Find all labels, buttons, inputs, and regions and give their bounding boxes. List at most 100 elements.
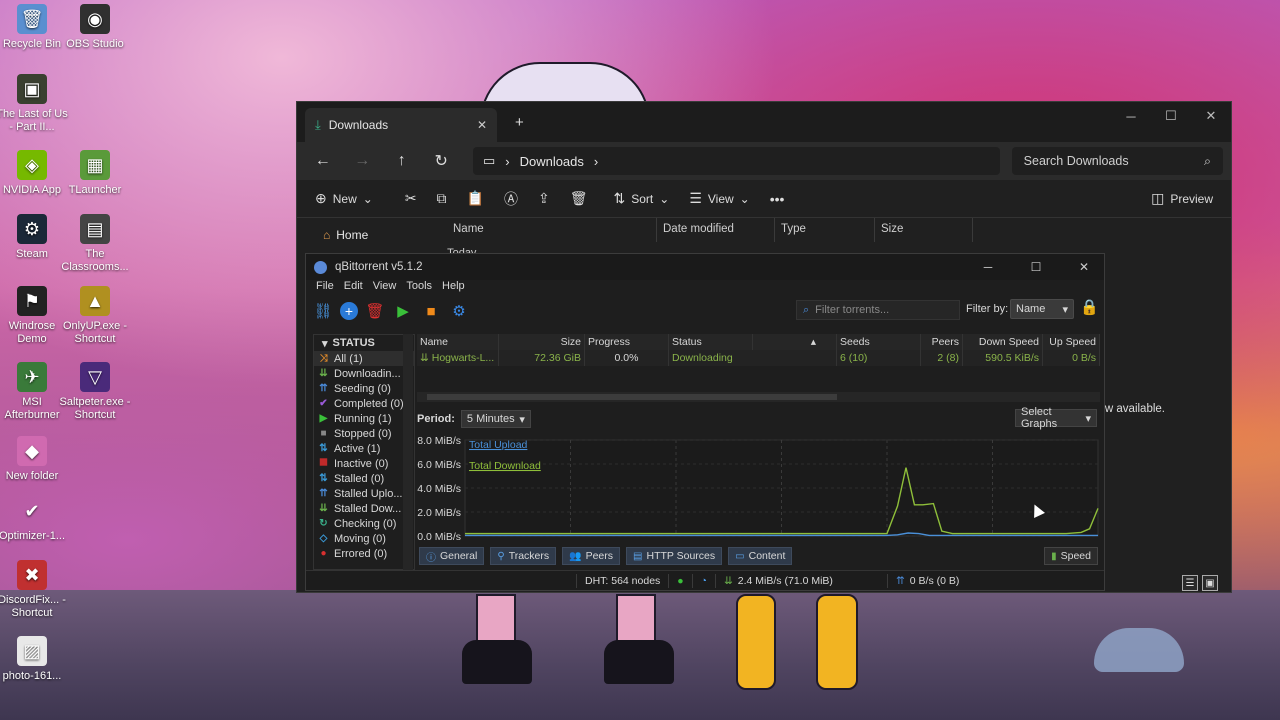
maximize-icon[interactable]: ☐ <box>1016 260 1056 274</box>
status-filter-item[interactable]: ⇊ Downloadin... <box>314 366 414 381</box>
table-row[interactable]: ⇊ Hogwarts-L... 72.36 GiB 0.0% Downloadi… <box>417 350 1100 366</box>
address-bar[interactable]: ▭ › Downloads › <box>472 147 1000 175</box>
minimize-icon[interactable]: ─ <box>1111 102 1151 130</box>
column-size[interactable]: Size <box>499 334 585 350</box>
new-button[interactable]: ⊕ New ⌄ <box>307 184 381 214</box>
column-progress[interactable]: Progress <box>585 334 669 350</box>
delete-button[interactable]: 🗑 <box>562 184 596 214</box>
desktop-icon[interactable]: ◈ NVIDIA App <box>0 150 68 197</box>
status-filter-item[interactable]: ⇅ Active (1) <box>314 441 414 456</box>
rename-button[interactable]: Ⓐ <box>496 184 526 214</box>
stop-icon[interactable]: ■ <box>420 300 442 322</box>
status-filter-item[interactable]: ✔ Completed (0) <box>314 396 414 411</box>
delete-torrent-icon[interactable]: 🗑 <box>364 300 386 322</box>
status-filter-item[interactable]: ◇ Moving (0) <box>314 531 414 546</box>
menu-tools[interactable]: Tools <box>406 280 432 296</box>
status-panel-scrollbar[interactable] <box>403 334 413 570</box>
status-filter-item[interactable]: ↻ Checking (0) <box>314 516 414 531</box>
column-name[interactable]: Name <box>417 334 499 350</box>
tab-trackers[interactable]: ⚲ Trackers <box>490 547 557 565</box>
preview-button[interactable]: ◫ Preview <box>1143 184 1221 214</box>
tab-http-sources[interactable]: ▤ HTTP Sources <box>626 547 723 565</box>
new-tab-icon[interactable]: + <box>515 114 524 131</box>
filter-torrents-input[interactable]: ⌕ Filter torrents... <box>796 300 960 320</box>
status-filter-item[interactable]: ● Errored (0) <box>314 546 414 561</box>
refresh-icon[interactable]: ↻ <box>423 146 458 176</box>
status-filter-item[interactable]: ⇈ Stalled Uplo... <box>314 486 414 501</box>
explorer-tab-downloads[interactable]: ⤓ Downloads ✕ <box>305 108 497 142</box>
desktop-icon[interactable]: ⚙ Steam <box>0 214 68 261</box>
desktop-icon[interactable]: ▨ photo-161... <box>0 636 68 683</box>
back-icon[interactable]: ← <box>305 146 340 176</box>
desktop-icon[interactable]: ✈ MSI Afterburner <box>0 362 68 422</box>
column-size[interactable]: Size <box>875 218 973 242</box>
period-select[interactable]: 5 Minutes ▾ <box>460 410 531 428</box>
filter-by-select[interactable]: Name ▾ <box>1010 299 1074 319</box>
desktop-icon[interactable]: ⚑ Windrose Demo <box>0 286 68 346</box>
column-up-speed[interactable]: Up Speed <box>1043 334 1100 350</box>
nav-item-home[interactable]: ⌂ Home <box>323 228 427 242</box>
column-date-modified[interactable]: Date modified <box>657 218 775 242</box>
select-graphs-dropdown[interactable]: Select Graphs ▾ <box>1015 406 1097 430</box>
desktop-icon[interactable]: ▣ The Last of Us - Part II... <box>0 74 68 134</box>
tab-speed[interactable]: ▮ Speed <box>1044 547 1098 565</box>
upload-speed-status[interactable]: ⇈ 0 B/s (0 B) <box>886 573 967 588</box>
column-down-speed[interactable]: Down Speed <box>963 334 1043 350</box>
column-name[interactable]: Name <box>429 218 657 242</box>
details-view-icon[interactable]: ☰ <box>1182 575 1198 591</box>
maximize-icon[interactable]: ☐ <box>1151 102 1191 130</box>
download-speed-status[interactable]: ⇊ 2.4 MiB/s (71.0 MiB) <box>714 573 887 588</box>
column-status[interactable]: Status <box>669 334 753 350</box>
column-peers[interactable]: Peers <box>921 334 963 350</box>
paste-button[interactable]: 📋 <box>459 184 492 214</box>
desktop-icon[interactable]: ✔ Optimizer-1... <box>0 496 68 543</box>
breadcrumb-downloads[interactable]: Downloads <box>520 154 584 169</box>
scrollbar-thumb[interactable] <box>427 394 837 400</box>
status-filter-item[interactable]: ⇈ Seeding (0) <box>314 381 414 396</box>
desktop-icon[interactable]: ◆ New folder <box>0 436 68 483</box>
settings-gear-icon[interactable]: ⚙ <box>448 300 470 322</box>
minimize-icon[interactable]: ─ <box>968 260 1008 274</box>
cut-button[interactable]: ✂ <box>397 184 425 214</box>
menu-help[interactable]: Help <box>442 280 465 296</box>
torrent-table-hscrollbar[interactable] <box>417 392 1100 402</box>
connection-status[interactable]: ● <box>668 573 691 588</box>
add-link-icon[interactable]: ⛓ <box>312 300 334 322</box>
status-filter-item[interactable]: ⇊ Stalled Dow... <box>314 501 414 516</box>
column-seeds[interactable]: Seeds <box>837 334 921 350</box>
status-filter-item[interactable]: ■ Stopped (0) <box>314 426 414 441</box>
status-filter-item[interactable]: ▶ Running (1) <box>314 411 414 426</box>
desktop-icon[interactable]: ▤ The Classrooms... <box>59 214 131 274</box>
tab-general[interactable]: ⓘ General <box>419 547 485 565</box>
tiles-view-icon[interactable]: ▣ <box>1202 575 1218 591</box>
add-torrent-icon[interactable]: + <box>340 302 358 320</box>
menu-file[interactable]: File <box>316 280 334 296</box>
close-icon[interactable]: ✕ <box>1191 102 1231 130</box>
column-type[interactable]: Type <box>775 218 875 242</box>
desktop-icon[interactable]: ▽ Saltpeter.exe - Shortcut <box>59 362 131 422</box>
desktop-icon[interactable]: ✖ DiscordFix... - Shortcut <box>0 560 68 620</box>
more-options-button[interactable]: ••• <box>762 184 793 214</box>
status-filter-item[interactable]: ⤨ All (1) <box>314 351 414 366</box>
status-filter-item[interactable]: ⇅ Stalled (0) <box>314 471 414 486</box>
tab-peers[interactable]: 👥 Peers <box>562 547 621 565</box>
speed-limit-toggle[interactable]: ◔ <box>691 573 715 588</box>
desktop-icon[interactable]: ◉ OBS Studio <box>59 4 131 51</box>
desktop-icon[interactable]: ▲ OnlyUP.exe - Shortcut <box>59 286 131 346</box>
status-filter-item[interactable]: ⯀ Inactive (0) <box>314 456 414 471</box>
desktop-icon[interactable]: 🗑 Recycle Bin <box>0 4 68 51</box>
lock-icon[interactable]: 🔒 <box>1080 298 1099 316</box>
up-icon[interactable]: ↑ <box>384 146 419 176</box>
close-tab-icon[interactable]: ✕ <box>477 118 487 132</box>
menu-view[interactable]: View <box>373 280 397 296</box>
desktop-icon[interactable]: ▦ TLauncher <box>59 150 131 197</box>
status-header[interactable]: ▾ STATUS <box>314 335 414 351</box>
menu-edit[interactable]: Edit <box>344 280 363 296</box>
start-icon[interactable]: ▶ <box>392 300 414 322</box>
tab-content[interactable]: ▭ Content <box>728 547 793 565</box>
search-input[interactable]: Search Downloads ⌕ <box>1011 147 1223 175</box>
sort-button[interactable]: ⇅ Sort ⌄ <box>606 184 678 214</box>
copy-button[interactable]: ⧉ <box>429 184 455 214</box>
share-button[interactable]: ⇪ <box>530 184 558 214</box>
forward-icon[interactable]: → <box>344 146 379 176</box>
